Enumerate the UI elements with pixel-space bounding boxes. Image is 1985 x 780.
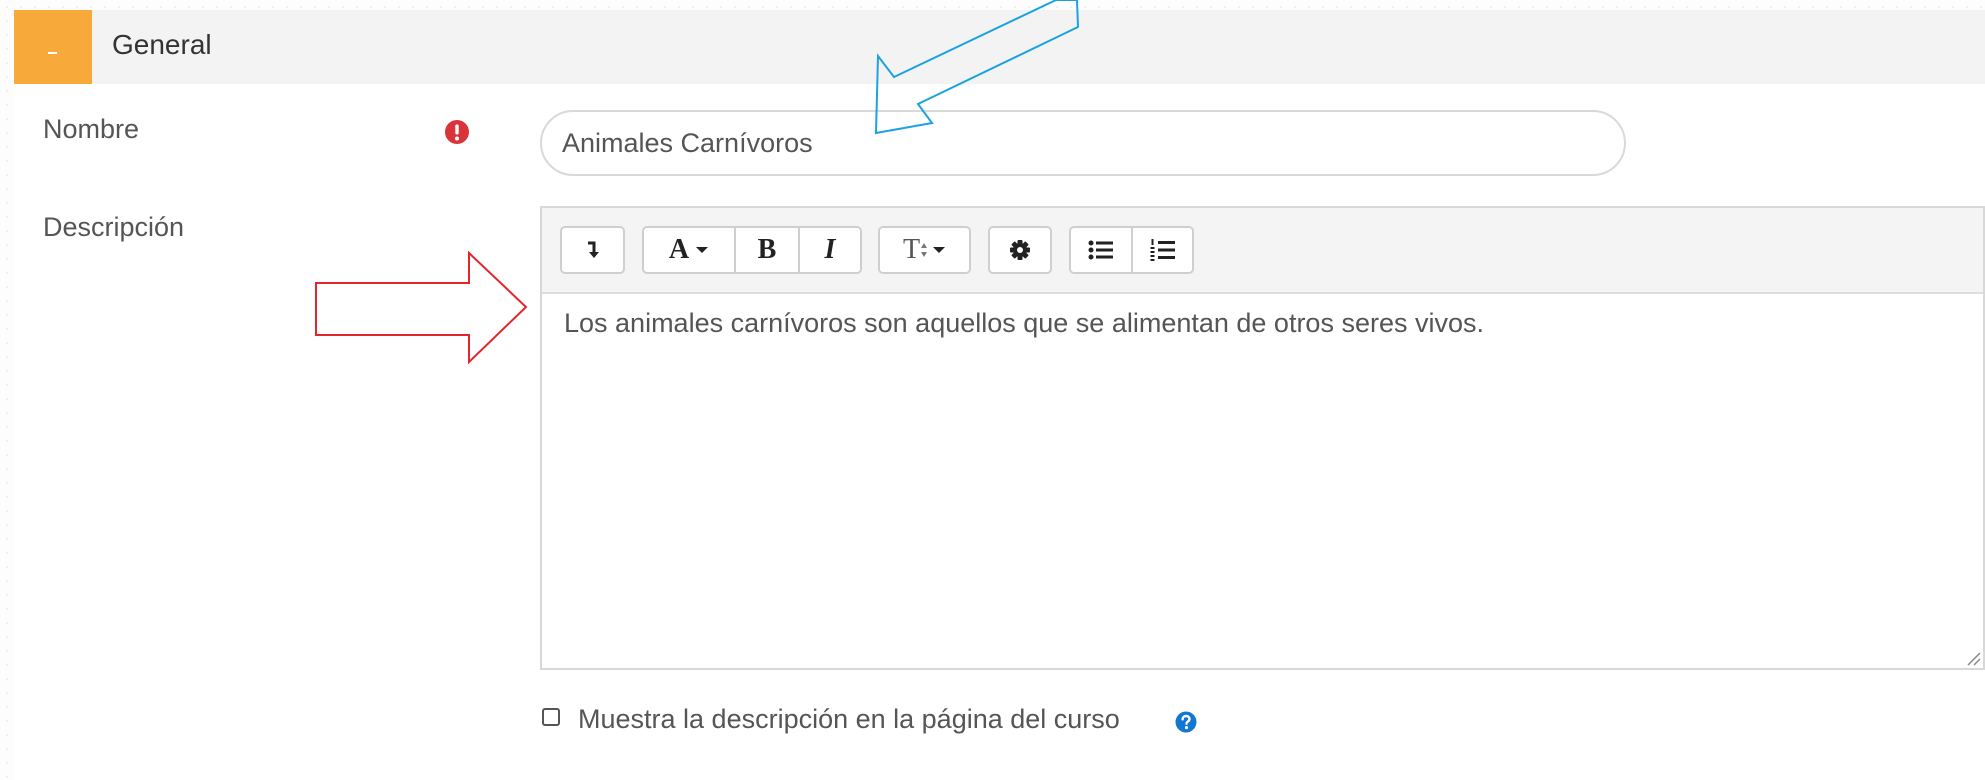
settings-button[interactable]: [990, 228, 1050, 272]
section-header: [14, 10, 1985, 84]
show-description-label: Muestra la descripción en la página del …: [578, 704, 1120, 734]
minus-icon: [48, 52, 57, 54]
italic-icon: I: [824, 234, 836, 265]
toolbar-group-lists: [1069, 226, 1194, 274]
italic-button[interactable]: I: [800, 228, 860, 272]
chevron-down-icon: [933, 247, 946, 253]
toolbar-group-font-size: T: [878, 226, 971, 274]
resize-handle-icon[interactable]: [1965, 650, 1981, 666]
settings-icon: [1010, 240, 1030, 260]
name-label: Nombre: [43, 114, 140, 144]
editor-content-area[interactable]: Los animales carnívoros son aquellos que…: [542, 292, 1983, 668]
font-size-button[interactable]: T: [880, 228, 969, 272]
required-icon: [445, 120, 469, 144]
collapse-toggle-button[interactable]: [14, 10, 92, 84]
toolbar-collapse-button[interactable]: [562, 228, 623, 272]
chevron-down-icon: [696, 247, 709, 253]
help-icon[interactable]: [1175, 711, 1197, 733]
font-size-arrows-icon: [921, 243, 928, 257]
unordered-list-button[interactable]: [1071, 228, 1133, 272]
toolbar-group-text: A B I: [642, 226, 862, 274]
font-color-button[interactable]: A: [644, 228, 736, 272]
section-title: General: [112, 29, 212, 60]
collapse-icon: [587, 241, 599, 258]
font-size-icon: T: [902, 234, 921, 265]
description-editor: A B I T Los animales carnívoros son aque…: [540, 206, 1985, 670]
editor-toolbar: A B I T: [542, 208, 1983, 294]
toolbar-group-collapse: [560, 226, 625, 274]
show-description-checkbox[interactable]: [542, 708, 560, 726]
ordered-list-icon: [1150, 239, 1175, 261]
name-input[interactable]: [540, 110, 1626, 176]
bold-icon: B: [757, 234, 777, 265]
ordered-list-button[interactable]: [1133, 228, 1192, 272]
font-color-icon: A: [668, 234, 690, 265]
toolbar-group-settings: [988, 226, 1052, 274]
unordered-list-icon: [1088, 240, 1113, 260]
bold-button[interactable]: B: [736, 228, 800, 272]
description-label: Descripción: [43, 212, 185, 242]
